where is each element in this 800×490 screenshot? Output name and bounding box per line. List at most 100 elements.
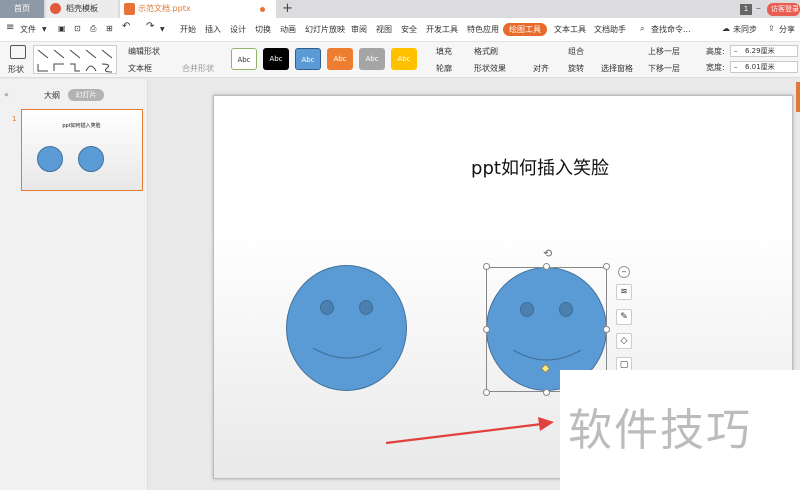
menu-item-doc-assistant[interactable]: 文档助手 xyxy=(594,24,626,35)
menu-item-drawing-tools[interactable]: 绘图工具 xyxy=(503,23,547,36)
align-button[interactable]: 对齐 xyxy=(533,63,549,74)
slide-panel: « 大纲 幻灯片 1 ppt如何插入笑脸 xyxy=(0,79,148,490)
menu-item-insert[interactable]: 插入 xyxy=(205,24,221,35)
chevron-down-icon: ▼ xyxy=(42,26,47,33)
shape-effect-button[interactable]: 形状效果 xyxy=(474,63,506,74)
slide-number: 1 xyxy=(12,115,17,123)
style-swatch-white[interactable]: Abc xyxy=(231,48,257,70)
rotate-button[interactable]: 旋转 xyxy=(568,63,584,74)
menu-item-animation[interactable]: 动画 xyxy=(280,24,296,35)
style-swatch-blue[interactable]: Abc xyxy=(295,48,321,70)
smiley-eye-left xyxy=(320,300,334,315)
height-value: 6.29厘米 xyxy=(745,47,775,55)
shape-icon[interactable] xyxy=(10,45,26,59)
share-button[interactable]: 分享 xyxy=(779,24,795,35)
send-backward-button[interactable]: 下移一层 xyxy=(648,63,680,74)
collapse-panel-icon[interactable]: « xyxy=(4,90,9,99)
style-swatch-yellow[interactable]: Abc xyxy=(391,48,417,70)
share-icon: ⇪ xyxy=(768,24,775,33)
edit-shape-button[interactable]: 编辑形状 xyxy=(128,46,160,57)
more-chevron-icon: ▼ xyxy=(160,26,165,33)
height-field[interactable]: –6.29厘米 xyxy=(730,45,798,57)
menu-item-security[interactable]: 安全 xyxy=(401,24,417,35)
minimize-icon[interactable]: – xyxy=(756,3,761,14)
tab-template[interactable]: 稻壳模板 xyxy=(46,0,118,18)
width-value: 6.01厘米 xyxy=(745,63,775,71)
merge-shape-button[interactable]: 合并形状 xyxy=(182,63,214,74)
layers-icon[interactable]: ≋ xyxy=(616,284,632,300)
hamburger-menu-icon[interactable]: ≡ xyxy=(6,22,14,33)
style-swatch-orange[interactable]: Abc xyxy=(327,48,353,70)
resize-handle[interactable] xyxy=(603,326,610,333)
visitor-login-button[interactable]: 访客登录 xyxy=(767,3,800,16)
rotate-handle-icon[interactable]: ⟲ xyxy=(543,247,552,260)
resize-handle[interactable] xyxy=(483,263,490,270)
pptx-file-icon xyxy=(124,3,135,15)
unsaved-dot-icon xyxy=(260,7,265,12)
fill-bucket-icon[interactable]: ◇ xyxy=(616,333,632,349)
width-field[interactable]: –6.01厘米 xyxy=(730,61,798,73)
menu-item-view[interactable]: 视图 xyxy=(376,24,392,35)
cloud-icon: ☁ xyxy=(722,24,730,33)
resize-handle[interactable] xyxy=(483,389,490,396)
fill-button[interactable]: 填充 xyxy=(436,46,452,57)
shape-gallery[interactable] xyxy=(33,45,117,74)
tab-template-label: 稻壳模板 xyxy=(66,4,98,13)
text-box-button[interactable]: 文本框 xyxy=(128,63,152,74)
slide-title[interactable]: ppt如何插入笑脸 xyxy=(214,154,800,180)
pen-icon[interactable]: ✎ xyxy=(616,309,632,325)
redo-icon[interactable]: ↷ xyxy=(146,21,154,32)
tab-document[interactable]: 示范文档.pptx xyxy=(120,0,276,18)
collapse-toolbar-icon[interactable]: – xyxy=(618,266,630,278)
style-swatch-black[interactable]: Abc xyxy=(263,48,289,70)
new-tab-plus-icon[interactable]: + xyxy=(282,1,293,16)
side-panel-handle[interactable] xyxy=(796,82,800,112)
menu-item-review[interactable]: 审阅 xyxy=(351,24,367,35)
watermark-text: 软件技巧 xyxy=(568,405,752,456)
thumbnail-smiley-1 xyxy=(37,146,63,172)
export-icon[interactable]: ⊡ xyxy=(74,24,81,33)
search-icon: ⌕ xyxy=(640,24,645,33)
thumbnail-title: ppt如何插入笑脸 xyxy=(62,123,101,129)
menu-item-design[interactable]: 设计 xyxy=(230,24,246,35)
shape-lines-icon xyxy=(37,49,113,73)
save-icon[interactable]: ▣ xyxy=(58,24,66,33)
smiley-eye-right xyxy=(359,300,373,315)
preview-icon[interactable]: ⊞ xyxy=(106,24,113,33)
outline-button[interactable]: 轮廓 xyxy=(436,63,452,74)
watermark-overlay: 软件技巧 xyxy=(560,370,800,490)
slide-thumbnail[interactable]: ppt如何插入笑脸 xyxy=(21,109,143,191)
menu-item-developer[interactable]: 开发工具 xyxy=(426,24,458,35)
resize-handle[interactable] xyxy=(603,263,610,270)
resize-handle[interactable] xyxy=(543,389,550,396)
menu-item-text-tools[interactable]: 文本工具 xyxy=(554,24,586,35)
tab-outline[interactable]: 大纲 xyxy=(44,90,60,101)
resize-handle[interactable] xyxy=(483,326,490,333)
tab-home[interactable]: 首页 xyxy=(0,0,44,18)
print-icon[interactable]: ⎙ xyxy=(90,24,96,34)
format-brush-button[interactable]: 格式刷 xyxy=(474,46,498,57)
page-count-badge: 1 xyxy=(740,4,752,15)
menu-item-start[interactable]: 开始 xyxy=(180,24,196,35)
resize-handle[interactable] xyxy=(543,263,550,270)
thumbnail-smiley-2 xyxy=(78,146,104,172)
menu-bar: ≡ 文件 ▼ ▣ ⊡ ⎙ ⊞ ↶ ↷ ▼ 开始 插入 设计 切换 动画 幻灯片放… xyxy=(0,18,800,42)
tab-slides[interactable]: 幻灯片 xyxy=(68,89,104,101)
menu-item-features[interactable]: 特色应用 xyxy=(467,24,499,35)
menu-file[interactable]: 文件 xyxy=(20,24,36,35)
bring-forward-button[interactable]: 上移一层 xyxy=(648,46,680,57)
shape-button-label[interactable]: 形状 xyxy=(8,64,24,75)
red-arrow-annotation xyxy=(385,417,554,445)
menu-item-transition[interactable]: 切换 xyxy=(255,24,271,35)
height-label: 高度: xyxy=(706,47,725,56)
selection-pane-button[interactable]: 选择窗格 xyxy=(601,63,633,74)
width-label: 宽度: xyxy=(706,63,725,72)
smiley-shape-left[interactable] xyxy=(286,265,407,391)
undo-icon[interactable]: ↶ xyxy=(122,21,130,32)
menu-item-slideshow[interactable]: 幻灯片放映 xyxy=(305,24,345,35)
sync-status[interactable]: 未同步 xyxy=(733,24,757,35)
group-button[interactable]: 组合 xyxy=(568,46,584,57)
docer-logo-icon xyxy=(50,3,61,14)
search-command-input[interactable]: 查找命令... xyxy=(651,24,691,35)
style-swatch-gray[interactable]: Abc xyxy=(359,48,385,70)
